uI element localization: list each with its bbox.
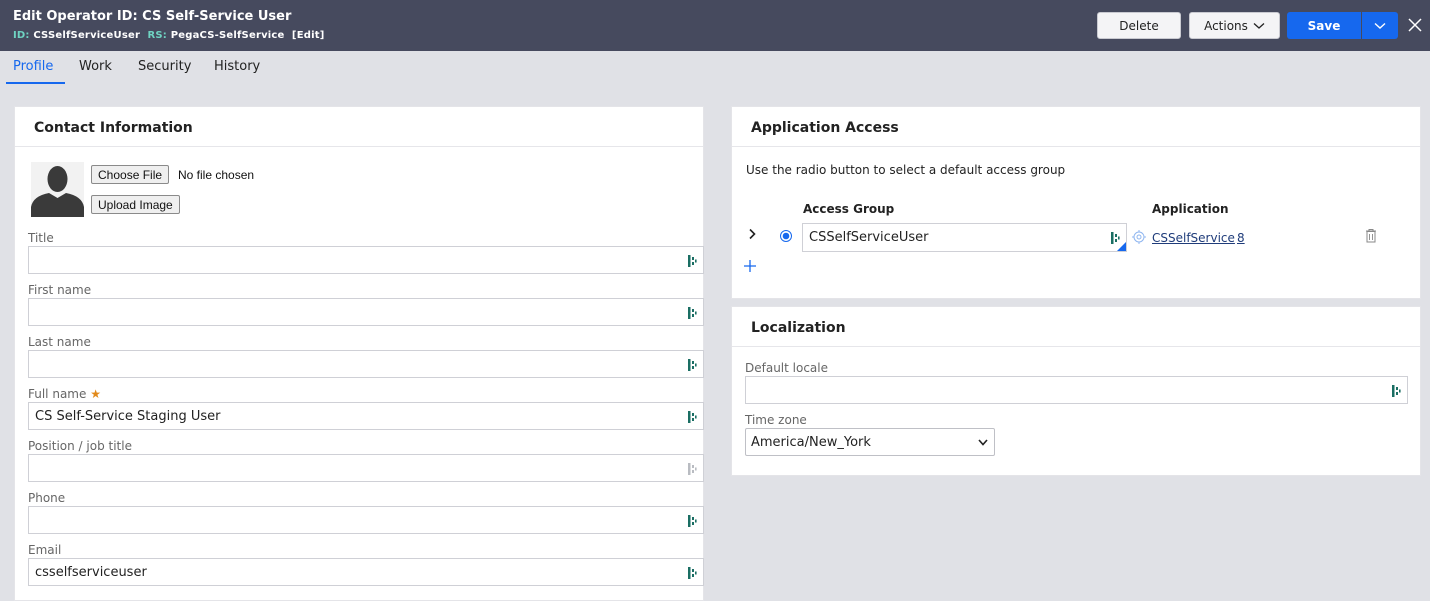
chevron-down-icon	[1374, 22, 1386, 29]
panel-header: Application Access	[732, 107, 1420, 147]
full-name-input[interactable]: CS Self-Service Staging User	[28, 402, 704, 430]
column-header-access-group: Access Group	[803, 202, 895, 216]
close-icon[interactable]	[1405, 13, 1425, 37]
page-title: Edit Operator ID: CS Self-Service User	[13, 9, 292, 24]
save-button[interactable]: Save	[1287, 12, 1361, 39]
panel-header: Contact Information	[15, 107, 703, 147]
first-name-input[interactable]	[28, 298, 704, 326]
default-locale-label: Default locale	[745, 361, 829, 375]
panel-title: Contact Information	[34, 120, 193, 136]
tab-history[interactable]: History	[214, 59, 260, 74]
actions-button[interactable]: Actions	[1189, 12, 1280, 39]
id-value: CSSelfServiceUser	[33, 30, 141, 41]
panel-header: Localization	[732, 307, 1420, 347]
access-group-value: CSSelfServiceUser	[809, 230, 929, 245]
field-reference-icon	[688, 411, 697, 423]
field-reference-icon	[688, 515, 697, 527]
field-reference-icon	[688, 307, 697, 319]
application-version-link[interactable]: 8	[1237, 231, 1245, 245]
email-value: csselfserviceuser	[35, 565, 147, 580]
application-access-panel: Application Access Use the radio button …	[731, 106, 1421, 299]
file-status-text: No file chosen	[178, 168, 255, 182]
field-reference-icon	[688, 463, 697, 475]
save-options-button[interactable]	[1362, 12, 1398, 39]
rs-key: RS:	[147, 30, 168, 41]
application-link[interactable]: CSSelfService	[1152, 231, 1235, 245]
field-reference-icon	[1392, 385, 1401, 397]
time-zone-value: America/New_York	[751, 435, 871, 450]
tab-work[interactable]: Work	[79, 59, 112, 74]
time-zone-label: Time zone	[745, 413, 807, 427]
default-radio-button[interactable]	[780, 230, 792, 242]
full-name-value: CS Self-Service Staging User	[35, 409, 221, 424]
full-name-label: Full name ★	[28, 387, 101, 401]
position-label: Position / job title	[28, 439, 132, 453]
chevron-down-icon	[978, 439, 988, 446]
panel-title: Application Access	[751, 120, 899, 136]
phone-input[interactable]	[28, 506, 704, 534]
add-icon[interactable]	[743, 259, 757, 273]
avatar	[31, 162, 84, 217]
field-reference-icon	[688, 567, 697, 579]
title-input[interactable]	[28, 246, 704, 274]
default-locale-input[interactable]	[745, 376, 1408, 404]
target-icon[interactable]	[1132, 230, 1146, 244]
first-name-label: First name	[28, 283, 92, 297]
id-key: ID:	[13, 30, 30, 41]
column-header-application: Application	[1152, 202, 1229, 216]
tab-bar: Profile Work Security History	[0, 51, 1430, 86]
upload-image-button[interactable]: Upload Image	[91, 195, 180, 214]
trash-icon[interactable]	[1365, 228, 1377, 243]
actions-label: Actions	[1204, 18, 1248, 33]
choose-file-button[interactable]: Choose File	[91, 165, 170, 184]
edit-ruleset-link[interactable]: [Edit]	[292, 30, 325, 41]
title-label: Title	[28, 231, 54, 245]
chevron-down-icon	[1253, 22, 1265, 29]
panel-title: Localization	[751, 320, 846, 336]
time-zone-select[interactable]: America/New_York	[745, 428, 995, 456]
access-group-input[interactable]: CSSelfServiceUser	[802, 223, 1127, 252]
position-input[interactable]	[28, 454, 704, 482]
header-subtitle: ID: CSSelfServiceUser RS: PegaCS-SelfSer…	[13, 30, 324, 41]
autocomplete-corner-icon	[1117, 242, 1126, 251]
field-reference-icon	[688, 359, 697, 371]
header-bar: Edit Operator ID: CS Self-Service User I…	[0, 0, 1430, 51]
chevron-right-icon[interactable]	[748, 228, 756, 240]
required-icon: ★	[90, 387, 101, 401]
rs-value: PegaCS-SelfService	[170, 30, 285, 41]
tab-security[interactable]: Security	[138, 59, 191, 74]
localization-panel: Localization Default locale Time zone Am…	[731, 306, 1421, 476]
tab-profile[interactable]: Profile	[13, 59, 53, 74]
last-name-label: Last name	[28, 335, 91, 349]
email-input[interactable]: csselfserviceuser	[28, 558, 704, 586]
contact-information-panel: Contact Information Choose File No file …	[14, 106, 704, 601]
delete-button[interactable]: Delete	[1097, 12, 1181, 39]
instruction-text: Use the radio button to select a default…	[746, 163, 1066, 177]
last-name-input[interactable]	[28, 350, 704, 378]
field-reference-icon	[688, 255, 697, 267]
active-tab-indicator	[6, 82, 65, 84]
full-name-label-text: Full name	[28, 387, 87, 401]
phone-label: Phone	[28, 491, 66, 505]
email-label: Email	[28, 543, 62, 557]
